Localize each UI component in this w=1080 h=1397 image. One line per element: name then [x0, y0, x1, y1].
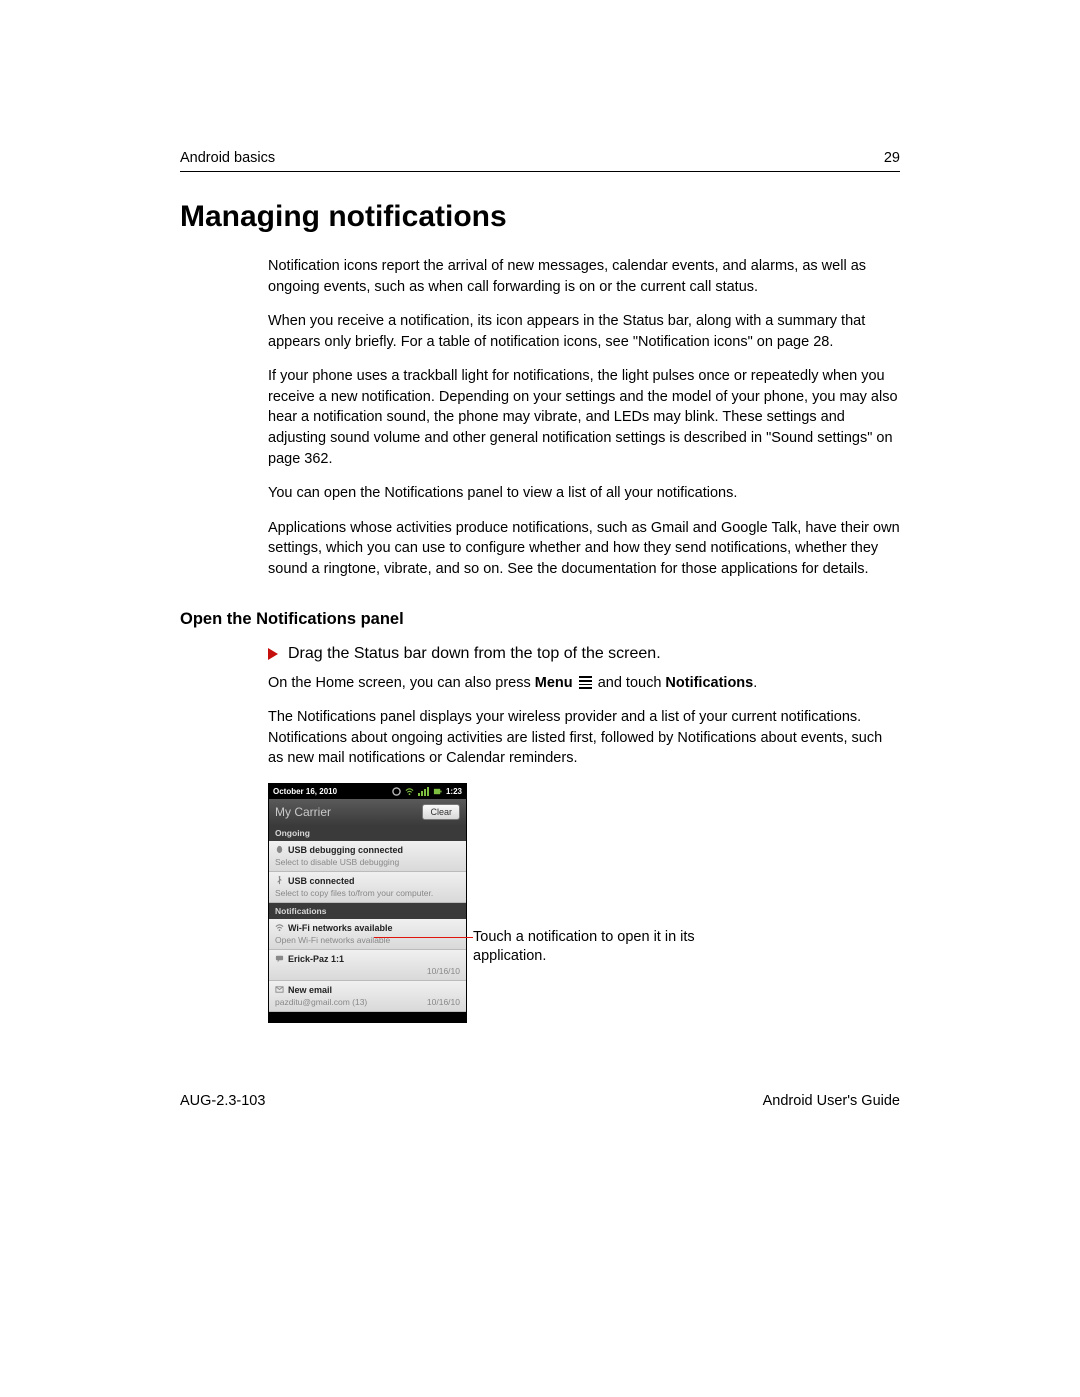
step-arrow-icon	[268, 648, 278, 660]
paragraph: Notification icons report the arrival of…	[268, 256, 900, 297]
notif-date: 10/16/10	[427, 997, 460, 1007]
notification-item[interactable]: USB debugging connected Select to disabl…	[269, 841, 466, 872]
phone-bottom-bar	[269, 1012, 466, 1022]
ongoing-header: Ongoing	[269, 825, 466, 841]
chat-icon	[275, 954, 284, 963]
signal-icon	[418, 787, 429, 796]
page-header: Android basics 29	[180, 150, 900, 172]
carrier-row: My Carrier Clear	[269, 799, 466, 825]
notification-item[interactable]: USB connected Select to copy files to/fr…	[269, 872, 466, 903]
menu-label: Menu	[535, 675, 573, 691]
step-text: Drag the Status bar down from the top of…	[288, 645, 661, 663]
notifications-label: Notifications	[665, 675, 753, 691]
paragraph: You can open the Notifications panel to …	[268, 483, 900, 504]
status-date: October 16, 2010	[273, 787, 337, 796]
paragraph: If your phone uses a trackball light for…	[268, 366, 900, 469]
notif-title: Wi-Fi networks available	[288, 923, 392, 933]
paragraph: On the Home screen, you can also press M…	[268, 673, 900, 694]
page-number: 29	[884, 150, 900, 166]
notif-title: USB debugging connected	[288, 845, 403, 855]
section-name: Android basics	[180, 150, 275, 166]
phone-screenshot: October 16, 2010 1:23 My Carrier Clear O…	[268, 783, 467, 1023]
paragraph: Applications whose activities produce no…	[268, 518, 900, 580]
wifi-small-icon	[275, 923, 284, 932]
notif-date: 10/16/10	[427, 966, 460, 976]
doc-title: Android User's Guide	[763, 1093, 900, 1109]
status-icons: 1:23	[392, 787, 462, 796]
intro-paragraphs: Notification icons report the arrival of…	[268, 256, 900, 580]
clear-button[interactable]: Clear	[422, 804, 460, 820]
text-fragment: .	[753, 675, 757, 691]
menu-icon	[579, 674, 592, 691]
notification-item[interactable]: Erick-Paz 1:1 10/16/10	[269, 950, 466, 981]
paragraph: When you receive a notification, its ico…	[268, 311, 900, 352]
text-fragment: On the Home screen, you can also press	[268, 675, 535, 691]
notifications-header: Notifications	[269, 903, 466, 919]
callout-text: Touch a notification to open it in its a…	[473, 929, 695, 965]
notif-sub: Select to disable USB debugging	[275, 857, 399, 867]
wifi-icon	[405, 787, 414, 796]
notif-title: Erick-Paz 1:1	[288, 954, 344, 964]
notif-title: New email	[288, 985, 332, 995]
bug-icon	[275, 845, 284, 854]
page-title: Managing notifications	[180, 200, 900, 234]
phone-illustration-row: October 16, 2010 1:23 My Carrier Clear O…	[268, 783, 900, 1023]
status-bar: October 16, 2010 1:23	[269, 784, 466, 799]
notif-title: USB connected	[288, 876, 355, 886]
notif-sub: Select to copy files to/from your comput…	[275, 888, 433, 898]
paragraph: The Notifications panel displays your wi…	[268, 707, 900, 769]
usb-icon	[275, 876, 284, 885]
doc-id: AUG-2.3-103	[180, 1093, 265, 1109]
callout-line	[374, 937, 473, 938]
page-footer: AUG-2.3-103 Android User's Guide	[180, 1093, 900, 1109]
notif-sub: pazditu@gmail.com (13)	[275, 997, 367, 1007]
step-item: Drag the Status bar down from the top of…	[268, 645, 900, 663]
sync-icon	[392, 787, 401, 796]
status-time: 1:23	[446, 787, 462, 796]
subheading: Open the Notifications panel	[180, 610, 900, 629]
carrier-name: My Carrier	[275, 805, 331, 819]
mail-icon	[275, 985, 284, 994]
battery-icon	[433, 787, 442, 796]
notification-item[interactable]: Wi-Fi networks available Open Wi-Fi netw…	[269, 919, 466, 950]
notif-sub: Open Wi-Fi networks available	[275, 935, 390, 945]
notification-item[interactable]: New email pazditu@gmail.com (13) 10/16/10	[269, 981, 466, 1012]
document-page: Android basics 29 Managing notifications…	[0, 0, 1080, 1169]
text-fragment: and touch	[594, 675, 666, 691]
callout: Touch a notification to open it in its a…	[473, 928, 733, 967]
